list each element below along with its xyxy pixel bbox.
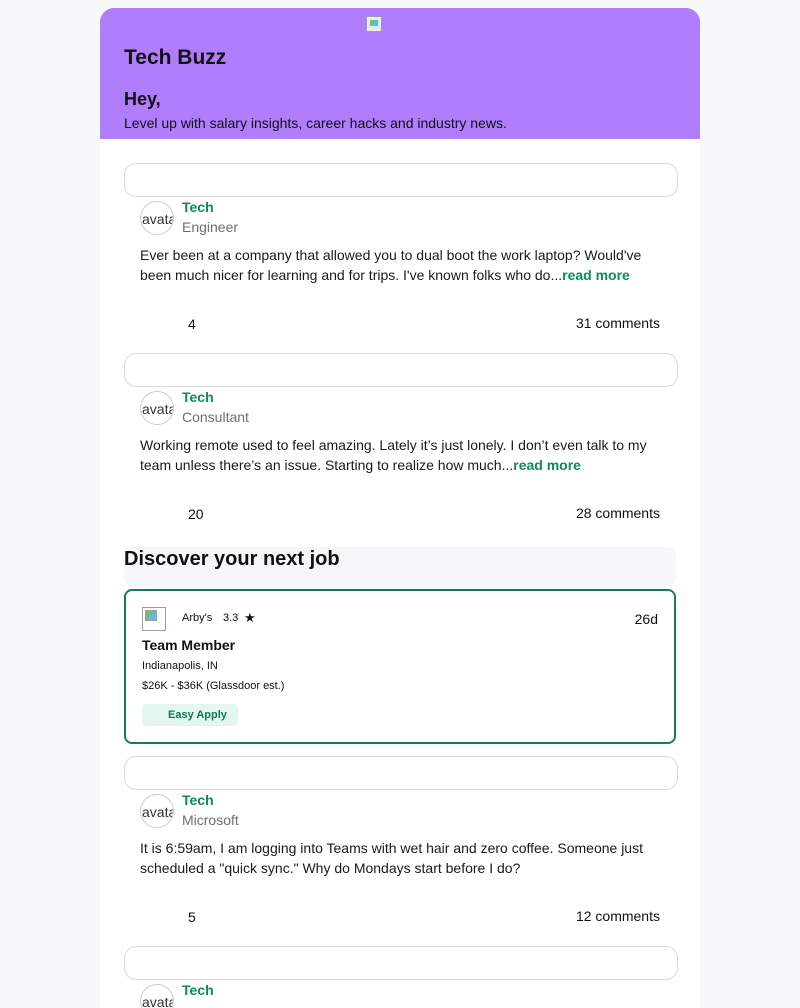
job-card[interactable]: Arby's 3.3 ★ 26d Team Member Indianapoli… — [124, 589, 676, 744]
bowl-name[interactable]: Tech — [182, 199, 214, 215]
post-header-box[interactable] — [124, 946, 678, 980]
easy-apply-button[interactable]: Easy Apply — [142, 704, 238, 726]
job-salary: $26K - $36K (Glassdoor est.) — [142, 680, 285, 692]
bowl-name[interactable]: Tech — [182, 982, 214, 998]
job-title[interactable]: Team Member — [142, 637, 235, 653]
company-name: Arby's — [182, 612, 213, 624]
like-count[interactable]: 20 — [188, 506, 204, 522]
job-age: 26d — [634, 611, 658, 627]
job-location: Indianapolis, IN — [142, 660, 218, 672]
post-header-box[interactable] — [124, 756, 678, 790]
comment-count[interactable]: 12 comments — [576, 908, 660, 924]
poster-role: Microsoft — [182, 812, 239, 828]
discover-title: Discover your next job — [124, 548, 340, 570]
greeting: Hey, — [124, 89, 161, 109]
tagline: Level up with salary insights, career ha… — [124, 115, 507, 131]
post-body: It is 6:59am, I am logging into Teams wi… — [140, 840, 643, 876]
post-body: Ever been at a company that allowed you … — [140, 245, 660, 285]
avatar: avatar — [140, 201, 174, 235]
company-logo-icon — [142, 607, 166, 631]
star-icon: ★ — [244, 610, 256, 625]
comment-count[interactable]: 31 comments — [576, 315, 660, 331]
post-body: Working remote used to feel amazing. Lat… — [140, 435, 660, 475]
comment-count[interactable]: 28 comments — [576, 505, 660, 521]
avatar: avatar — [140, 391, 174, 425]
avatar: avatar — [140, 984, 174, 1008]
like-count[interactable]: 4 — [188, 316, 196, 332]
post-header-box[interactable] — [124, 163, 678, 197]
header-banner: Tech Buzz Hey, Level up with salary insi… — [100, 8, 700, 139]
email-container: Tech Buzz Hey, Level up with salary insi… — [100, 8, 700, 1008]
bowl-name[interactable]: Tech — [182, 792, 214, 808]
read-more-link[interactable]: read more — [562, 267, 630, 283]
poster-role: Engineer — [182, 219, 239, 235]
company-rating: 3.3 — [223, 612, 239, 624]
poster-role: Consultant — [182, 409, 249, 425]
avatar: avatar — [140, 794, 174, 828]
post-header-box[interactable] — [124, 353, 678, 387]
bowl-name[interactable]: Tech — [182, 389, 214, 405]
read-more-link[interactable]: read more — [513, 457, 581, 473]
broken-image-icon — [366, 16, 382, 32]
brand-title: Tech Buzz — [124, 46, 227, 69]
like-count[interactable]: 5 — [188, 909, 196, 925]
easy-apply-label: Easy Apply — [168, 709, 227, 721]
